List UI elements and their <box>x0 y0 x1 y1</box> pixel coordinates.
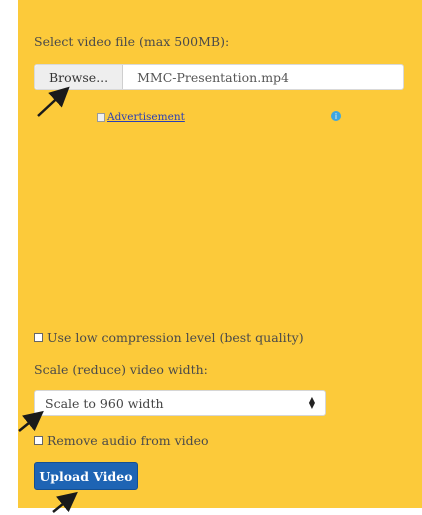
arrow-to-scale-select-icon <box>18 410 44 432</box>
annotation-arrows <box>18 86 78 513</box>
arrow-to-upload-icon <box>52 491 78 513</box>
arrow-to-browse-icon <box>37 86 70 117</box>
